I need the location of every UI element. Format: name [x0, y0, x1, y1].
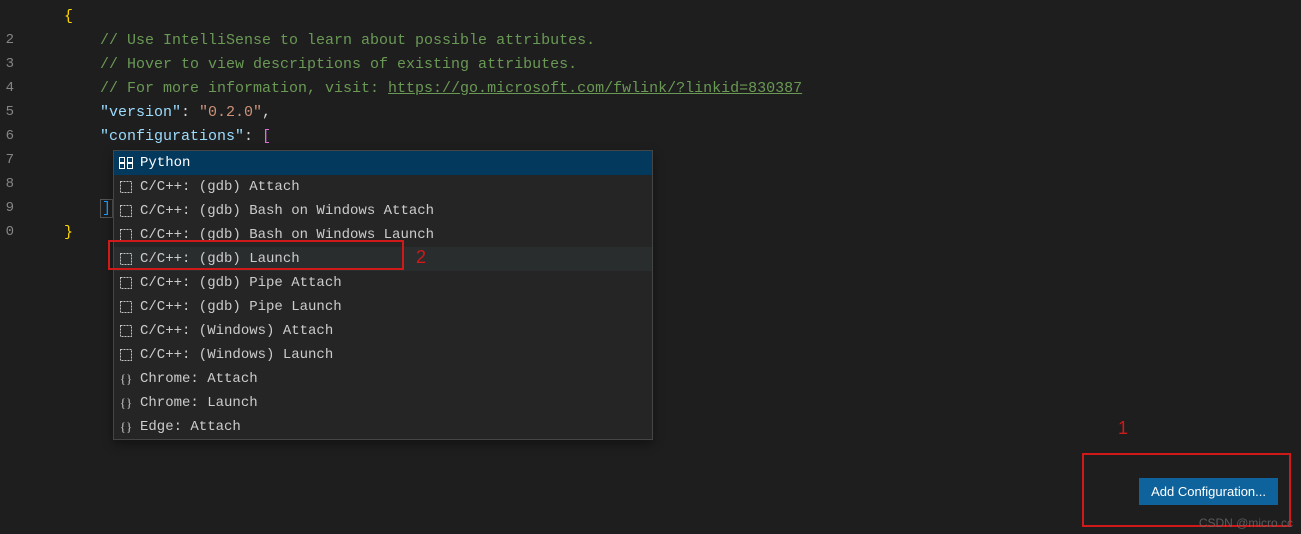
line-number: 5 — [0, 104, 28, 120]
watermark: CSDN @micro cc — [1199, 516, 1293, 530]
suggestion-item[interactable]: C/C++: (gdb) Bash on Windows Launch — [114, 223, 652, 247]
add-configuration-button[interactable]: Add Configuration... — [1139, 478, 1278, 505]
suggestion-item[interactable]: {} Edge: Attach — [114, 415, 652, 439]
suggestion-item[interactable]: {} Chrome: Attach — [114, 367, 652, 391]
line-number: 6 — [0, 128, 28, 144]
snippet-icon — [118, 347, 134, 363]
braces-icon: {} — [118, 395, 134, 411]
suggestion-label: C/C++: (gdb) Bash on Windows Launch — [140, 227, 434, 243]
comment: // For more information, visit: https://… — [100, 80, 802, 97]
doc-link[interactable]: https://go.microsoft.com/fwlink/?linkid=… — [388, 80, 802, 97]
suggestion-label: C/C++: (gdb) Bash on Windows Attach — [140, 203, 434, 219]
snippet-icon — [118, 227, 134, 243]
comment: // Use IntelliSense to learn about possi… — [100, 32, 595, 49]
snippet-icon — [118, 179, 134, 195]
line-number: 7 — [0, 152, 28, 168]
intellisense-popup[interactable]: Python C/C++: (gdb) Attach C/C++: (gdb) Ba… — [113, 150, 653, 440]
suggestion-item[interactable]: C/C++: (gdb) Pipe Launch — [114, 295, 652, 319]
suggestion-item[interactable]: {} Chrome: Launch — [114, 391, 652, 415]
open-bracket: [ — [262, 128, 271, 145]
suggestion-item[interactable]: C/C++: (gdb) Attach — [114, 175, 652, 199]
suggestion-label: Chrome: Launch — [140, 395, 258, 411]
open-brace: { — [64, 8, 73, 25]
close-brace: } — [64, 224, 73, 241]
annotation-number-2: 2 — [416, 247, 426, 268]
suggestion-label: Edge: Attach — [140, 419, 241, 435]
snippet-icon — [118, 203, 134, 219]
suggestion-label: C/C++: (gdb) Pipe Launch — [140, 299, 342, 315]
line-number: 9 — [0, 200, 28, 216]
suggestion-label: C/C++: (Windows) Attach — [140, 323, 333, 339]
module-icon — [118, 155, 134, 171]
json-key-configurations: "configurations" — [100, 128, 244, 145]
suggestion-item[interactable]: C/C++: (gdb) Bash on Windows Attach — [114, 199, 652, 223]
suggestion-label: Chrome: Attach — [140, 371, 258, 387]
braces-icon: {} — [118, 419, 134, 435]
suggestion-label: C/C++: (gdb) Launch — [140, 251, 300, 267]
snippet-icon — [118, 251, 134, 267]
suggestion-item[interactable]: C/C++: (gdb) Pipe Attach — [114, 271, 652, 295]
braces-icon: {} — [118, 371, 134, 387]
annotation-number-1: 1 — [1118, 418, 1128, 439]
suggestion-label: C/C++: (gdb) Pipe Attach — [140, 275, 342, 291]
suggestion-item[interactable]: Python — [114, 151, 652, 175]
json-value-version: "0.2.0" — [199, 104, 262, 121]
close-bracket: ] — [100, 199, 113, 218]
suggestion-item[interactable]: C/C++: (Windows) Launch — [114, 343, 652, 367]
suggestion-label: C/C++: (Windows) Launch — [140, 347, 333, 363]
suggestion-item[interactable]: C/C++: (Windows) Attach — [114, 319, 652, 343]
line-number: 2 — [0, 32, 28, 48]
suggestion-item[interactable]: C/C++: (gdb) Launch — [114, 247, 652, 271]
comment: // Hover to view descriptions of existin… — [100, 56, 577, 73]
line-number: 8 — [0, 176, 28, 192]
line-number: 0 — [0, 224, 28, 240]
suggestion-label: C/C++: (gdb) Attach — [140, 179, 300, 195]
snippet-icon — [118, 275, 134, 291]
json-key-version: "version" — [100, 104, 181, 121]
line-number: 4 — [0, 80, 28, 96]
line-number: 3 — [0, 56, 28, 72]
snippet-icon — [118, 323, 134, 339]
suggestion-label: Python — [140, 155, 190, 171]
snippet-icon — [118, 299, 134, 315]
